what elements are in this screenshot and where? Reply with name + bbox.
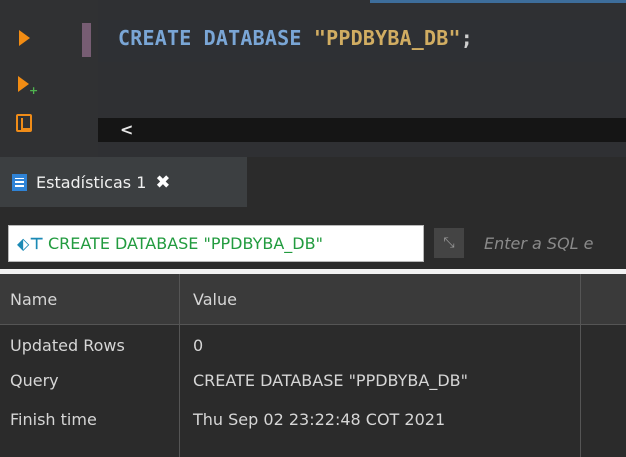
row-finish-time-value: Thu Sep 02 23:22:48 COT 2021 bbox=[193, 410, 446, 429]
row-query-value: CREATE DATABASE "PPDBYBA_DB" bbox=[193, 371, 468, 390]
query-text: CREATE DATABASE "PPDBYBA_DB" bbox=[47, 234, 323, 253]
execute-script-icon[interactable] bbox=[16, 114, 32, 132]
execute-new-tab-icon[interactable] bbox=[18, 76, 29, 92]
statistics-icon bbox=[12, 173, 27, 191]
editor-top-indicator bbox=[370, 0, 626, 3]
tab-label: Estadísticas 1 bbox=[36, 172, 147, 192]
header-cell-value[interactable] bbox=[180, 274, 581, 324]
execute-statement-icon[interactable] bbox=[19, 30, 30, 46]
row-finish-time-name: Finish time bbox=[10, 410, 97, 429]
row-updated-rows-value: 0 bbox=[193, 336, 204, 355]
sql-string: "PPDBYBA_DB" bbox=[313, 26, 461, 50]
column-header-value: Value bbox=[193, 290, 237, 309]
sql-keyword: CREATE DATABASE bbox=[118, 26, 302, 50]
row-query-name: Query bbox=[10, 371, 59, 390]
grid-header bbox=[0, 274, 626, 325]
tab-estadisticas[interactable]: Estadísticas 1 ✖ bbox=[0, 157, 247, 207]
line-marker bbox=[82, 23, 91, 57]
query-text-box[interactable]: ⬖⊤ CREATE DATABASE "PPDBYBA_DB" bbox=[8, 225, 424, 262]
sql-query-icon: ⬖⊤ bbox=[17, 234, 44, 253]
column-divider bbox=[179, 324, 180, 457]
horizontal-scrollbar[interactable] bbox=[98, 118, 626, 142]
column-header-name: Name bbox=[10, 290, 58, 309]
row-updated-rows-name: Updated Rows bbox=[10, 336, 125, 355]
close-icon[interactable]: ✖ bbox=[155, 172, 170, 193]
expand-icon[interactable]: ⤡ bbox=[434, 228, 464, 258]
column-divider bbox=[580, 324, 581, 457]
plus-icon: + bbox=[29, 84, 39, 97]
sql-code-line[interactable]: CREATE DATABASE "PPDBYBA_DB"; bbox=[118, 26, 473, 50]
scroll-left-arrow[interactable]: < bbox=[120, 122, 133, 138]
sql-filter-input[interactable]: Enter a SQL e bbox=[468, 225, 626, 262]
sql-terminator: ; bbox=[460, 26, 474, 50]
